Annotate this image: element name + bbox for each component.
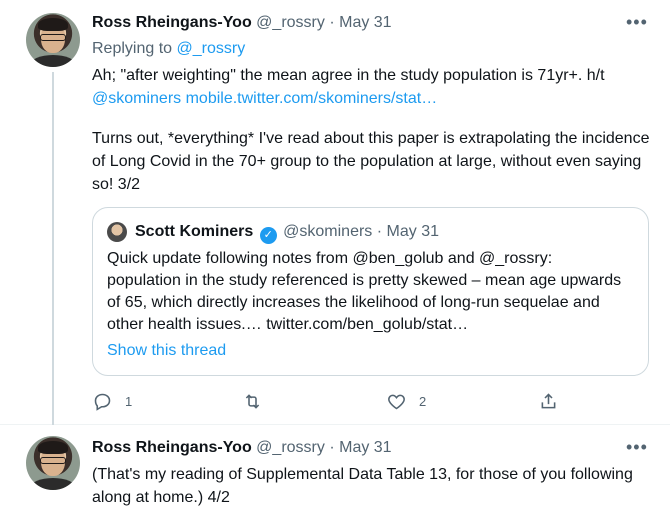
like-icon [388, 394, 405, 409]
quoted-tweet-text: Quick update following notes from @ben_g… [107, 250, 622, 333]
replying-to: Replying to @_rossry [92, 40, 245, 58]
author-name[interactable]: Ross Rheingans-Yoo [92, 14, 252, 31]
like-button[interactable]: 2 [386, 389, 426, 413]
tweet-date[interactable]: May 31 [339, 14, 391, 31]
like-count: 2 [419, 393, 427, 409]
retweet-button[interactable] [242, 389, 275, 413]
more-horizontal-icon[interactable]: ••• [626, 13, 647, 36]
tweet[interactable]: Ross Rheingans-Yoo @_rossry · May 31 •••… [0, 425, 670, 520]
quoted-tweet-date: May 31 [386, 223, 440, 240]
quoted-author-avatar [107, 222, 127, 242]
author-avatar[interactable] [26, 13, 80, 67]
retweet-icon [245, 393, 260, 409]
more-horizontal-icon[interactable]: ••• [626, 438, 647, 461]
tweet-header: Ross Rheingans-Yoo @_rossry · May 31 [92, 14, 392, 34]
separator-dot: · [376, 223, 383, 240]
show-thread-link[interactable]: Show this thread [107, 342, 226, 360]
tweet-text-link[interactable]: @skominers mobile.twitter.com/skominers/… [92, 87, 652, 110]
author-handle[interactable]: @_rossry [256, 439, 325, 456]
quoted-tweet-header: Scott Kominers ✓ @skominers · May 31 [135, 223, 439, 244]
tweet[interactable]: Ross Rheingans-Yoo @_rossry · May 31 •••… [0, 0, 670, 425]
author-handle[interactable]: @_rossry [256, 14, 325, 31]
tweet-actions: 1 2 [92, 389, 572, 413]
reply-button[interactable]: 1 [92, 389, 132, 413]
reply-icon [94, 393, 111, 411]
tweet-text: Ah; "after weighting" the mean agree in … [92, 64, 652, 110]
author-avatar[interactable] [26, 436, 80, 490]
quoted-tweet[interactable]: Scott Kominers ✓ @skominers · May 31 Qui… [92, 207, 649, 376]
replying-prefix: Replying to [92, 40, 173, 57]
thread-connector-line [52, 72, 54, 425]
separator-dot: · [329, 439, 335, 456]
verified-badge-icon: ✓ [259, 227, 277, 244]
reply-count: 1 [125, 393, 133, 409]
replying-handle-link[interactable]: @_rossry [177, 40, 246, 57]
separator-dot: · [329, 14, 335, 31]
tweet-text-paragraph-2: Turns out, *everything* I've read about … [92, 130, 650, 193]
tweet-header: Ross Rheingans-Yoo @_rossry · May 31 [92, 439, 392, 459]
quoted-author-name: Scott Kominers [135, 223, 254, 240]
tweet-date[interactable]: May 31 [339, 439, 391, 456]
quoted-author-handle: @skominers [283, 223, 373, 240]
tweet-text: (That's my reading of Supplemental Data … [92, 466, 633, 506]
share-icon [541, 392, 556, 408]
share-button[interactable] [538, 389, 559, 413]
tweet-text-line1: Ah; "after weighting" the mean agree in … [92, 67, 605, 84]
author-name[interactable]: Ross Rheingans-Yoo [92, 439, 252, 456]
